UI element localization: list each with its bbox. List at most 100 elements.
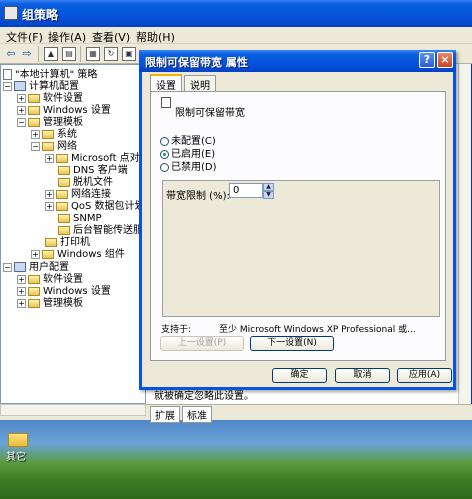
menu-help[interactable]: 帮助(H) — [136, 29, 175, 45]
cancel-button[interactable]: 取消 — [335, 368, 390, 383]
tree-label: SNMP — [73, 213, 102, 224]
policy-properties-dialog: 限制可保留带宽 属性 ? × 设置 说明 限制可保留带宽 未配置(C) 已启用(… — [139, 50, 456, 390]
tree-pane: "本地计算机" 策略 − 计算机配置 + 软件设置 + Windows 设置 − 管理模… — [0, 64, 146, 404]
tree-item[interactable]: + 软件设置 — [17, 93, 83, 105]
menu-file[interactable]: 文件(F) — [6, 29, 43, 45]
next-setting-button[interactable]: 下一设置(N) — [250, 336, 334, 351]
show-tree-icon[interactable]: ▤ — [62, 47, 76, 61]
tree-label: Microsoft 点对点 — [71, 153, 146, 164]
radio-button[interactable] — [160, 136, 169, 146]
radio-disabled[interactable]: 已禁用(D) — [160, 162, 217, 174]
folder-icon — [28, 93, 40, 103]
folder-icon — [42, 141, 54, 151]
tree-horizontal-scrollbar[interactable] — [0, 404, 146, 416]
up-folder-icon[interactable]: ▲ — [44, 47, 58, 61]
tree-item[interactable]: − 网络 — [31, 141, 77, 153]
tree-item[interactable]: SNMP — [58, 213, 102, 225]
tree-item[interactable]: 脱机文件 — [58, 177, 113, 189]
close-button[interactable]: × — [437, 52, 453, 68]
folder-icon — [56, 189, 68, 199]
collapse-icon[interactable]: − — [3, 262, 12, 272]
tree-item[interactable]: + Windows 设置 — [17, 105, 111, 117]
radio-label: 已启用(E) — [171, 149, 216, 160]
collapse-icon[interactable]: − — [17, 117, 26, 127]
details-vertical-scrollbar[interactable] — [458, 64, 471, 404]
policy-icon — [161, 97, 171, 108]
tree-item[interactable]: + 网络连接 — [45, 189, 111, 201]
folder-icon — [42, 129, 54, 139]
tab-extended[interactable]: 扩展 — [150, 406, 180, 423]
expand-icon[interactable]: + — [17, 274, 26, 284]
tab-standard[interactable]: 标准 — [182, 406, 212, 423]
tree-item[interactable]: + Windows 组件 — [31, 249, 125, 261]
tree-label: 打印机 — [60, 237, 90, 248]
refresh-icon[interactable]: ↻ — [104, 47, 118, 61]
folder-icon — [28, 298, 40, 308]
expand-icon[interactable]: + — [17, 286, 26, 296]
expand-icon[interactable]: + — [17, 105, 26, 115]
radio-not-configured[interactable]: 未配置(C) — [160, 136, 216, 148]
tree-label: 脱机文件 — [73, 177, 113, 188]
menu-view[interactable]: 查看(V) — [92, 29, 130, 45]
tree-item[interactable]: − 管理模板 — [17, 117, 83, 129]
folder-icon — [58, 177, 70, 187]
expand-icon[interactable]: + — [45, 153, 54, 163]
previous-setting-button[interactable]: 上一设置(P) — [160, 336, 244, 351]
tree-item[interactable]: − 用户配置 — [3, 262, 69, 274]
dialog-titlebar[interactable]: 限制可保留带宽 属性 ? × — [139, 50, 456, 72]
folder-icon — [28, 105, 40, 115]
expand-icon[interactable]: + — [31, 129, 40, 139]
radio-button-checked[interactable] — [160, 149, 169, 159]
back-icon[interactable]: ⇦ — [4, 47, 18, 61]
tree-item[interactable]: + Microsoft 点对点 — [45, 153, 146, 165]
tree-item[interactable]: 后台智能传送服务 — [58, 225, 145, 237]
menu-action[interactable]: 操作(A) — [48, 29, 86, 45]
expand-icon[interactable]: + — [45, 189, 54, 199]
main-titlebar[interactable]: 组策略 — [0, 0, 472, 27]
folder-icon[interactable] — [8, 433, 28, 447]
expand-icon[interactable]: + — [17, 93, 26, 103]
desktop-icon-label[interactable]: 其它 — [6, 448, 26, 463]
collapse-icon[interactable]: − — [3, 81, 12, 91]
tree-item[interactable]: + 软件设置 — [17, 274, 83, 286]
tree-item[interactable]: − 计算机配置 — [3, 81, 79, 93]
tab-settings[interactable]: 设置 — [150, 74, 182, 92]
spin-up-icon[interactable]: ▲ — [263, 183, 274, 191]
tree-item[interactable]: + 系统 — [31, 129, 77, 141]
tree-item[interactable]: + Windows 设置 — [17, 286, 111, 298]
tree-label: 软件设置 — [43, 93, 83, 104]
apply-button[interactable]: 应用(A) — [397, 368, 452, 383]
supported-on-label: 支持于: — [161, 325, 192, 335]
help-button[interactable]: ? — [419, 52, 435, 68]
tree-root[interactable]: "本地计算机" 策略 — [3, 69, 97, 81]
ok-button[interactable]: 确定 — [272, 368, 327, 383]
toolbar-separator — [38, 46, 39, 62]
collapse-icon[interactable]: − — [31, 141, 40, 151]
spin-down-icon[interactable]: ▼ — [263, 191, 274, 199]
folder-icon — [56, 153, 68, 163]
folder-icon — [28, 117, 40, 127]
tree-label: 管理模板 — [43, 298, 83, 309]
tree-item[interactable]: DNS 客户端 — [58, 165, 128, 177]
radio-button[interactable] — [160, 162, 169, 172]
tree-item[interactable]: + 管理模板 — [17, 298, 83, 310]
folder-icon — [28, 274, 40, 284]
expand-icon[interactable]: + — [17, 298, 26, 308]
tree-item[interactable]: 打印机 — [45, 237, 90, 249]
export-icon[interactable]: ▣ — [122, 47, 136, 61]
supported-on-value: 至少 Microsoft Windows XP Professional 或..… — [219, 325, 416, 335]
properties-icon[interactable]: ▦ — [86, 47, 100, 61]
folder-icon — [58, 165, 70, 175]
radio-label: 已禁用(D) — [171, 162, 217, 173]
bandwidth-limit-input[interactable] — [229, 183, 263, 198]
tab-explain[interactable]: 说明 — [184, 75, 216, 92]
tree-label: 用户配置 — [29, 262, 69, 273]
tree-item[interactable]: + QoS 数据包计划程 — [45, 201, 145, 213]
tree-label: Windows 组件 — [57, 249, 125, 260]
expand-icon[interactable]: + — [45, 201, 54, 211]
policy-icon — [3, 69, 12, 80]
radio-enabled[interactable]: 已启用(E) — [160, 149, 215, 161]
expand-icon[interactable]: + — [31, 249, 40, 259]
forward-icon[interactable]: ⇨ — [20, 47, 34, 61]
tree-label: 网络 — [57, 141, 77, 152]
